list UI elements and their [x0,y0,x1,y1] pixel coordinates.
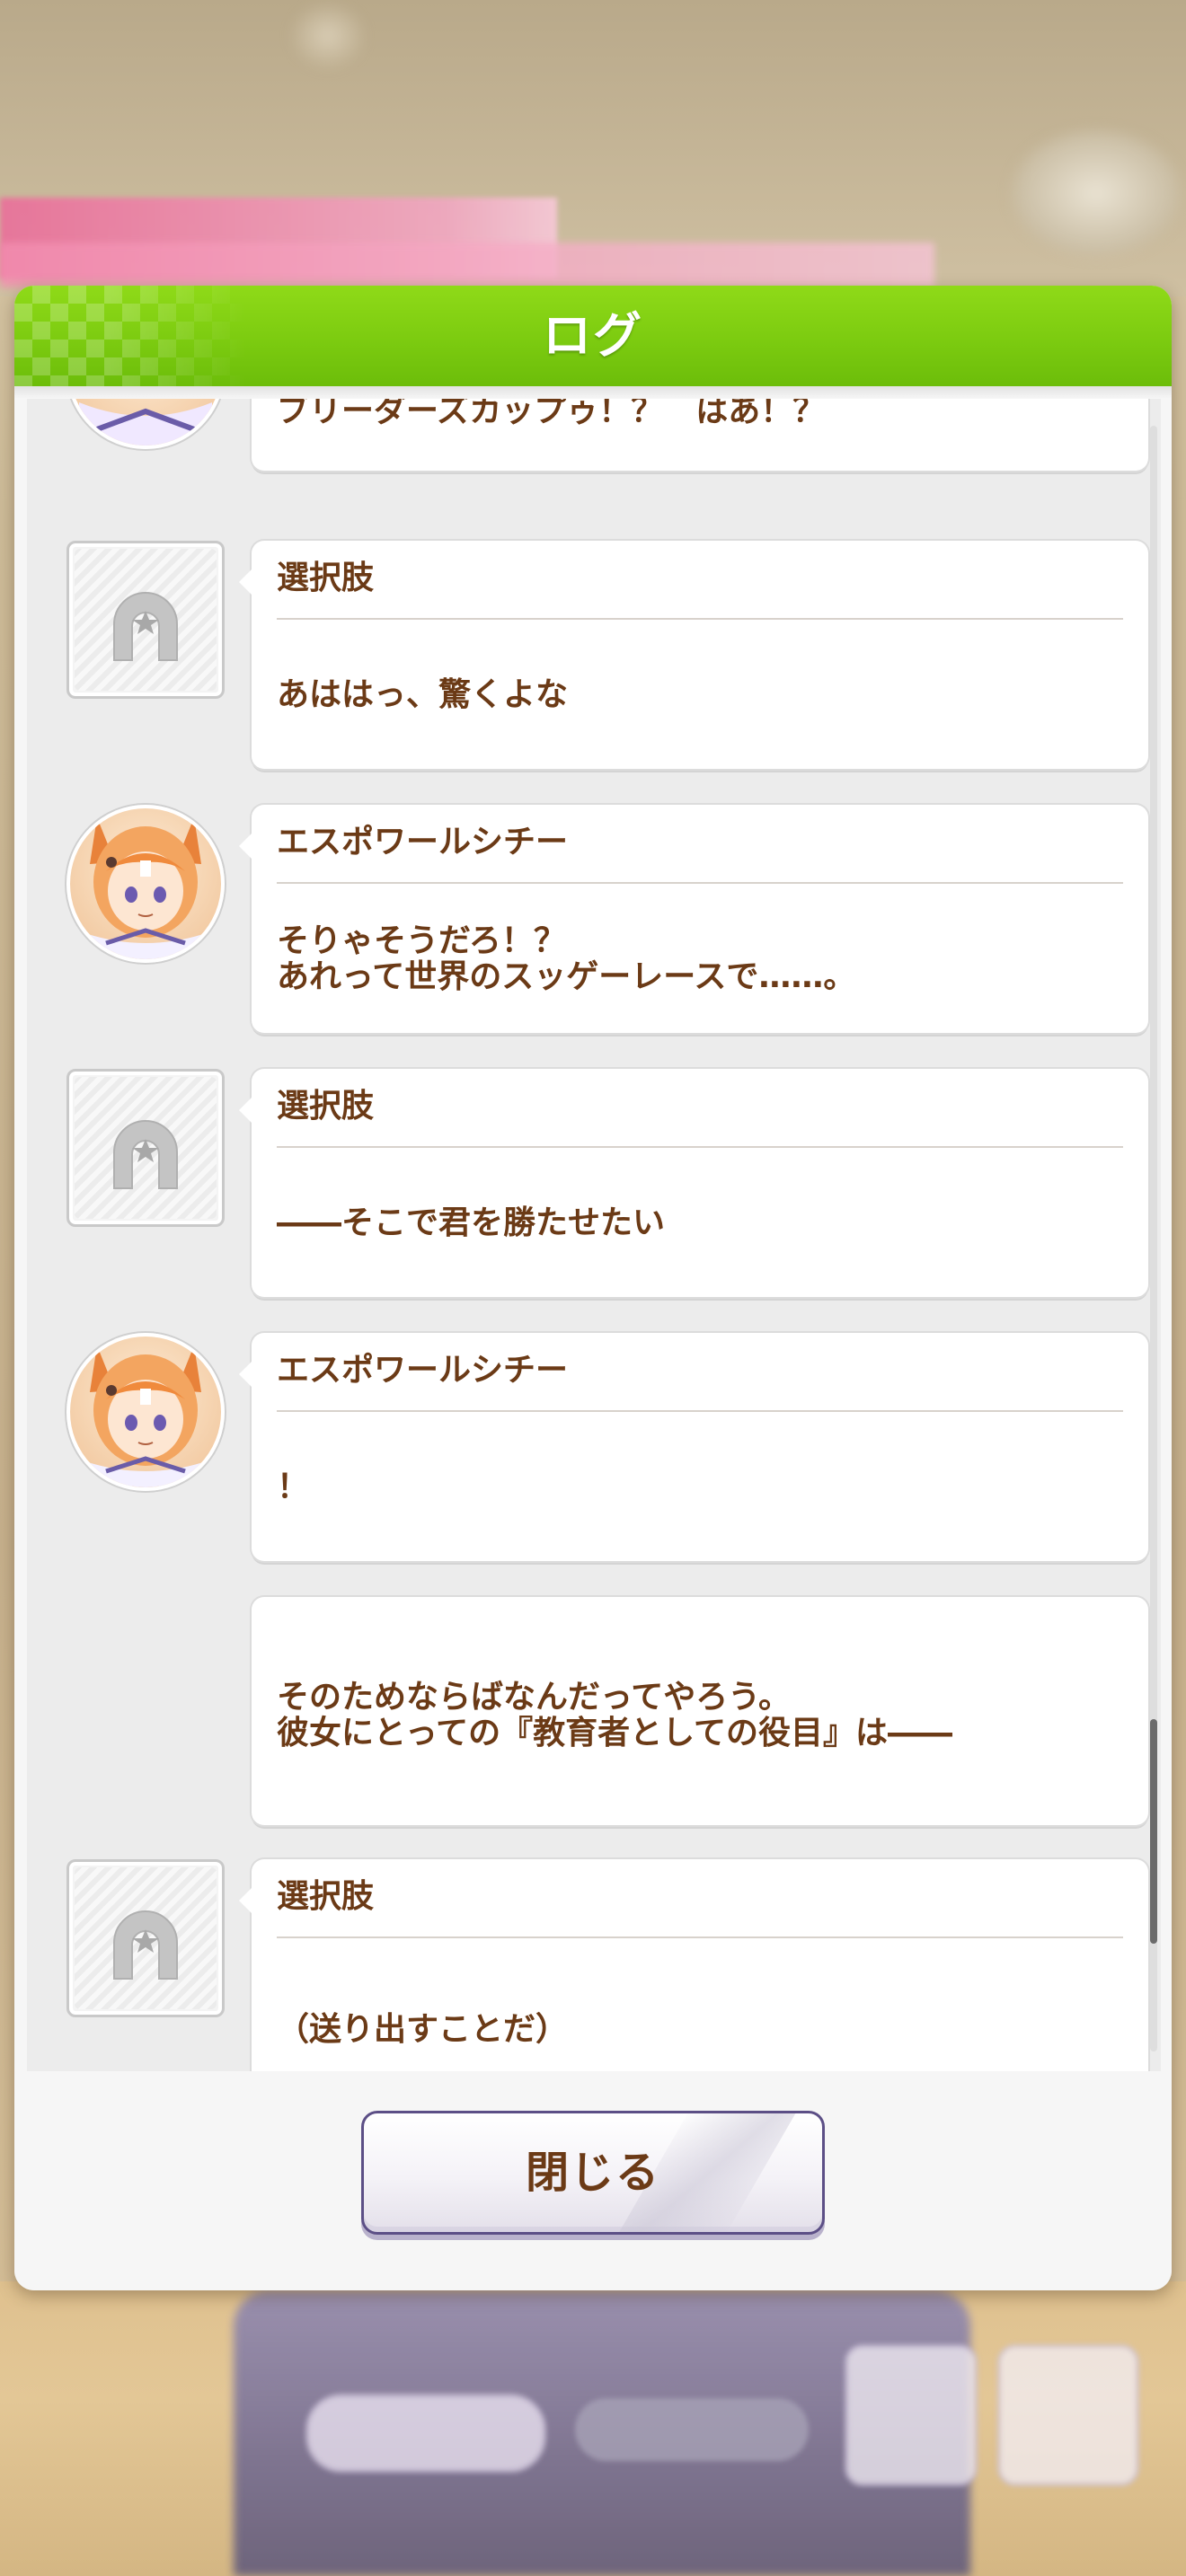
background-log-button [845,2344,978,2486]
character-portrait-icon [81,1345,210,1487]
message-text: ――そこで君を勝たせたい [277,1204,666,1241]
divider [277,1146,1123,1148]
divider [277,1410,1123,1412]
choice-avatar [66,1069,225,1227]
character-avatar [66,1333,225,1491]
log-entry: エスポワールシチー ！ [27,1333,1161,1566]
message-bubble: ブリーダーズカップゥ！？ はあ！？ [252,399,1148,471]
character-avatar [66,399,225,449]
message-text: あははっ、驚くよな [277,676,569,713]
log-entry: エスポワールシチー そりゃそうだろ！？ あれって世界のスッゲーレースで……。 [27,805,1161,1038]
horseshoe-icon [113,1120,178,1189]
log-entry: 選択肢 あははっ、驚くよな [27,541,1161,774]
message-bubble: 選択肢 （送り出すことだ） [239,1859,1148,2071]
narration-bubble: そのためならばなんだってやろう。 彼女にとっての『教育者としての役目』は―― [252,1597,1148,1825]
choice-avatar [66,541,225,699]
header-shadow [14,386,1172,399]
log-entry: 選択肢 （送り出すことだ） [27,1859,1161,2071]
log-dialog: ログ ブリーダーズカップゥ！？ はあ！？ 選択肢 あははっ、驚くよな エスポワー… [14,286,1172,2290]
divider [277,1936,1123,1938]
message-text: ！ [277,1469,310,1505]
speaker-name: 選択肢 [277,1878,375,1915]
background-lamp [1006,126,1186,260]
horseshoe-icon [113,1910,178,1980]
speaker-name: エスポワールシチー [277,824,569,860]
background-skip-button [305,2394,546,2473]
message-bubble: エスポワールシチー そりゃそうだろ！？ あれって世界のスッゲーレースで……。 [239,805,1148,1033]
horseshoe-icon [113,592,178,661]
character-portrait-icon [79,402,212,446]
scrollbar-thumb[interactable] [1150,1719,1157,1944]
log-entry: そのためならばなんだってやろう。 彼女にとっての『教育者としての役目』は―― [27,1597,1161,1831]
message-bubble: 選択肢 ――そこで君を勝たせたい [239,1069,1148,1297]
speaker-name: 選択肢 [277,1088,375,1125]
dialog-header: ログ [14,286,1172,386]
background-lamp [288,0,368,72]
choice-avatar [66,1859,225,2017]
divider [277,882,1123,884]
close-button-label: 閉じる [525,2148,660,2198]
message-text: そのためならばなんだってやろう。 彼女にとっての『教育者としての役目』は―― [277,1679,953,1751]
divider [277,618,1123,620]
log-entry: ブリーダーズカップゥ！？ はあ！？ [27,399,1161,525]
close-button[interactable]: 閉じる [361,2111,825,2235]
log-entry: 選択肢 ――そこで君を勝たせたい [27,1069,1161,1302]
message-bubble: 選択肢 あははっ、驚くよな [239,541,1148,769]
character-avatar [66,805,225,963]
speaker-name: エスポワールシチー [277,1352,569,1389]
character-portrait-icon [81,817,210,959]
background-auto-button [575,2398,809,2461]
background-banner [0,243,934,287]
log-scroll-area[interactable]: ブリーダーズカップゥ！？ はあ！？ 選択肢 あははっ、驚くよな エスポワールシチ… [27,399,1161,2071]
dialog-footer: 閉じる [14,2071,1172,2290]
speaker-name: 選択肢 [277,560,375,596]
background-menu-button [997,2344,1139,2486]
message-text: ブリーダーズカップゥ！？ はあ！？ [277,399,826,429]
dialog-title: ログ [543,307,643,364]
message-bubble: エスポワールシチー ！ [239,1333,1148,1561]
message-text: （送り出すことだ） [277,2011,569,2048]
message-text: そりゃそうだろ！？ あれって世界のスッゲーレースで……。 [277,922,856,995]
